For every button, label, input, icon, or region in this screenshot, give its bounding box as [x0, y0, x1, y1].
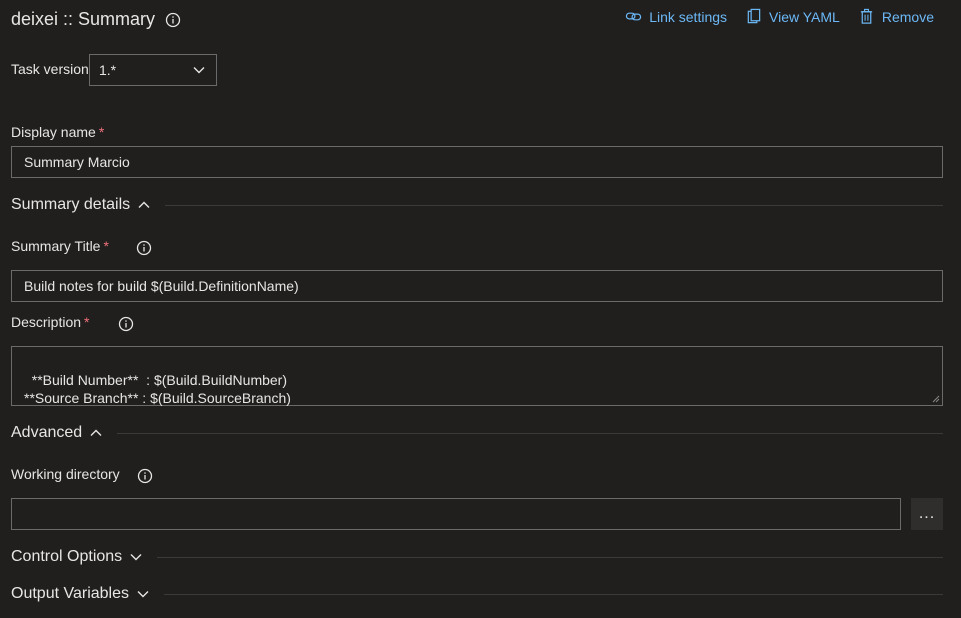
- chevron-down-icon: [137, 591, 149, 598]
- description-textarea[interactable]: **Build Number** : $(Build.BuildNumber) …: [11, 346, 943, 406]
- description-value: **Build Number** : $(Build.BuildNumber) …: [24, 372, 291, 406]
- view-yaml-label: View YAML: [769, 8, 840, 25]
- header-actions: Link settings View YAML Remove: [625, 8, 934, 25]
- info-icon[interactable]: [137, 468, 153, 484]
- summary-title-label-text: Summary Title: [11, 238, 101, 254]
- required-marker: *: [103, 238, 109, 254]
- control-options-title: Control Options: [11, 548, 123, 565]
- display-name-label-text: Display name: [11, 124, 96, 140]
- remove-button[interactable]: Remove: [858, 8, 934, 25]
- page-title: deixei :: Summary: [11, 9, 156, 29]
- output-variables-section[interactable]: Output Variables: [11, 585, 943, 603]
- view-yaml-button[interactable]: View YAML: [745, 8, 840, 25]
- section-divider: [157, 556, 943, 558]
- display-name-input[interactable]: Summary Marcio: [11, 146, 943, 178]
- summary-title-label: Summary Title *: [11, 238, 109, 254]
- info-icon[interactable]: [165, 12, 181, 28]
- output-variables-title: Output Variables: [11, 585, 129, 602]
- section-divider: [164, 593, 943, 595]
- link-settings-label: Link settings: [649, 8, 728, 25]
- chevron-down-icon: [130, 554, 142, 561]
- summary-title-value: Build notes for build $(Build.Definition…: [24, 278, 299, 294]
- required-marker: *: [98, 124, 105, 140]
- description-label: Description *: [11, 314, 89, 330]
- trash-icon: [860, 8, 873, 24]
- summary-details-title: Summary details: [11, 196, 131, 213]
- working-directory-input[interactable]: [11, 498, 901, 530]
- resize-handle-icon[interactable]: [932, 395, 940, 403]
- advanced-title: Advanced: [11, 424, 83, 441]
- required-marker: *: [84, 314, 90, 330]
- working-directory-label: Working directory: [11, 466, 120, 482]
- link-icon: [626, 12, 642, 21]
- task-version-select[interactable]: 1.*: [89, 54, 217, 86]
- description-label-text: Description: [11, 314, 82, 330]
- control-options-section[interactable]: Control Options: [11, 548, 943, 566]
- link-settings-button[interactable]: Link settings: [625, 8, 727, 25]
- display-name-value: Summary Marcio: [24, 154, 130, 170]
- summary-title-input[interactable]: Build notes for build $(Build.Definition…: [11, 270, 943, 302]
- display-name-label: Display name *: [11, 124, 104, 140]
- browse-button[interactable]: ...: [911, 498, 943, 530]
- chevron-up-icon: [138, 201, 150, 208]
- page-title-row: deixei :: Summary: [11, 9, 181, 30]
- chevron-up-icon: [90, 429, 102, 436]
- task-version-value: 1.*: [99, 62, 117, 78]
- info-icon[interactable]: [118, 316, 134, 332]
- remove-label: Remove: [881, 8, 934, 25]
- chevron-down-icon: [193, 67, 205, 74]
- clipboard-icon: [747, 8, 761, 24]
- section-divider: [117, 432, 943, 434]
- more-icon: ...: [918, 505, 936, 522]
- advanced-section[interactable]: Advanced: [11, 424, 943, 442]
- task-version-label: Task version: [11, 61, 89, 77]
- info-icon[interactable]: [136, 240, 152, 256]
- section-divider: [165, 204, 943, 206]
- summary-details-section[interactable]: Summary details: [11, 196, 943, 214]
